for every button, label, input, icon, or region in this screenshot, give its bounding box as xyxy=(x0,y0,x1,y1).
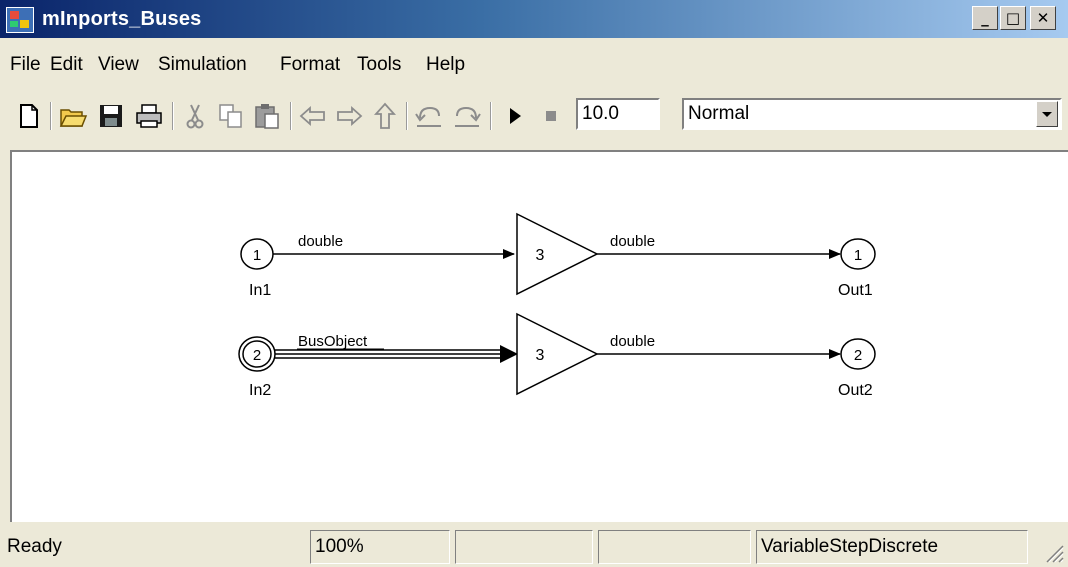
toolbar-separator xyxy=(172,102,174,130)
status-solver: VariableStepDiscrete xyxy=(756,530,1028,564)
inport-in2[interactable]: 2 In2 xyxy=(238,336,276,399)
toolbar-separator xyxy=(490,102,492,130)
close-icon: ✕ xyxy=(1036,9,1050,27)
undo-icon[interactable] xyxy=(414,102,444,130)
status-cell-4 xyxy=(598,530,751,564)
open-folder-icon[interactable] xyxy=(58,102,88,130)
toolbar: 10.0 Normal xyxy=(0,90,1068,140)
simulation-mode-value: Normal xyxy=(688,103,750,124)
signal-label-in1-gain1: double xyxy=(298,233,343,250)
close-button[interactable]: ✕ xyxy=(1030,6,1056,30)
gain-block-1[interactable]: 3 xyxy=(516,212,599,296)
inport-in1-label: In1 xyxy=(249,282,271,299)
paste-icon[interactable] xyxy=(252,102,282,130)
print-icon[interactable] xyxy=(134,102,164,130)
outport-out2-label: Out2 xyxy=(838,382,873,399)
outport-out2[interactable]: 2 Out2 xyxy=(838,338,876,399)
toolbar-separator xyxy=(290,102,292,130)
minimize-button[interactable]: _ xyxy=(972,6,998,30)
up-icon[interactable] xyxy=(370,102,400,130)
outport-out2-number: 2 xyxy=(854,347,862,364)
outport-out1-label: Out1 xyxy=(838,282,873,299)
gain-block-2[interactable]: 3 xyxy=(516,312,599,396)
title-bar[interactable]: mInports_Buses _ □ ✕ xyxy=(0,0,1068,38)
signal-label-in2-gain2: BusObject xyxy=(298,333,368,350)
menu-format[interactable]: Format xyxy=(280,54,340,76)
start-simulation-icon[interactable] xyxy=(500,102,530,130)
stop-simulation-icon[interactable] xyxy=(536,102,566,130)
copy-icon[interactable] xyxy=(216,102,246,130)
simulink-app-icon[interactable] xyxy=(6,7,34,33)
status-bar: Ready 100% VariableStepDiscrete xyxy=(0,527,1068,567)
maximize-button[interactable]: □ xyxy=(1000,6,1026,30)
status-ready: Ready xyxy=(2,530,302,564)
save-icon[interactable] xyxy=(96,102,126,130)
signal-label-gain1-out1: double xyxy=(610,233,655,250)
menu-simulation[interactable]: Simulation xyxy=(158,54,247,76)
forward-icon[interactable] xyxy=(334,102,364,130)
dropdown-button[interactable] xyxy=(1036,101,1058,127)
model-canvas[interactable]: 1 In1 double 3 double 1 Out1 2 In2 BusOb… xyxy=(10,150,1068,522)
gain-block-1-value: 3 xyxy=(536,247,545,264)
stop-time-input[interactable]: 10.0 xyxy=(576,98,660,130)
minimize-icon: _ xyxy=(981,9,989,27)
status-solver-text: VariableStepDiscrete xyxy=(761,536,939,557)
status-state-text: Ready xyxy=(7,536,62,557)
signal-label-gain2-out2: double xyxy=(610,333,655,350)
block-diagram: 1 In1 double 3 double 1 Out1 2 In2 BusOb… xyxy=(238,212,876,399)
inport-in2-label: In2 xyxy=(249,382,271,399)
maximize-icon: □ xyxy=(1005,9,1021,27)
back-icon[interactable] xyxy=(298,102,328,130)
status-zoom-text: 100% xyxy=(315,536,364,557)
inport-in2-number: 2 xyxy=(253,347,261,364)
menu-tools[interactable]: Tools xyxy=(357,54,401,76)
resize-grip-icon[interactable] xyxy=(1042,541,1064,563)
status-zoom: 100% xyxy=(310,530,450,564)
outport-out1[interactable]: 1 Out1 xyxy=(838,238,876,299)
menu-view[interactable]: View xyxy=(98,54,139,76)
redo-icon[interactable] xyxy=(452,102,482,130)
stop-time-value: 10.0 xyxy=(582,103,619,124)
chevron-down-icon xyxy=(1042,112,1052,117)
status-cell-3 xyxy=(455,530,593,564)
menu-edit[interactable]: Edit xyxy=(50,54,83,76)
toolbar-separator xyxy=(406,102,408,130)
menu-bar: File Edit View Simulation Format Tools H… xyxy=(0,46,1068,82)
menu-file[interactable]: File xyxy=(10,54,41,76)
cut-icon[interactable] xyxy=(180,102,210,130)
window-title: mInports_Buses xyxy=(42,8,202,30)
menu-help[interactable]: Help xyxy=(426,54,465,76)
new-file-icon[interactable] xyxy=(14,102,44,130)
outport-out1-number: 1 xyxy=(854,247,862,264)
inport-in1-number: 1 xyxy=(253,247,261,264)
simulation-mode-select[interactable]: Normal xyxy=(682,98,1062,130)
inport-in1[interactable]: 1 In1 xyxy=(240,238,274,299)
toolbar-separator xyxy=(50,102,52,130)
gain-block-2-value: 3 xyxy=(536,347,545,364)
simulink-window: mInports_Buses _ □ ✕ File Edit View Simu… xyxy=(0,0,1068,567)
